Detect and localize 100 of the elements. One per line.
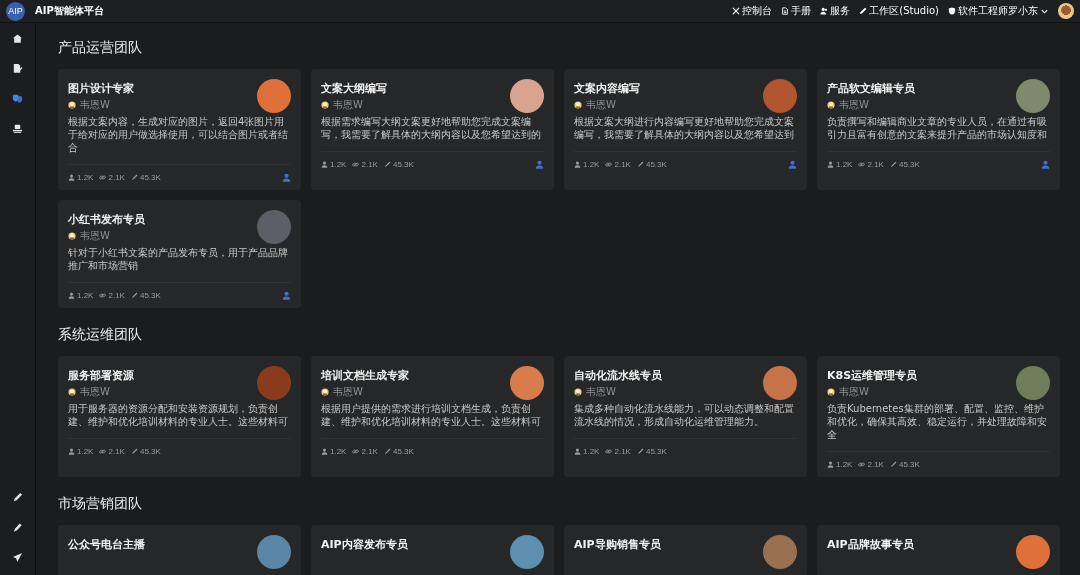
stat-value: 45.3K bbox=[139, 447, 161, 456]
link-icon bbox=[605, 161, 613, 168]
stat-value: 1.2K bbox=[836, 460, 853, 469]
stat-value: 45.3K bbox=[645, 160, 667, 169]
agent-description: 根据文案内容，生成对应的图片，返回4张图片用于给对应的用户做选择使用，可以结合图片或者结合 bbox=[68, 115, 289, 154]
user-icon[interactable] bbox=[1041, 160, 1050, 169]
stat-value: 2.1K bbox=[867, 460, 884, 469]
stat-value: 2.1K bbox=[361, 160, 378, 169]
agent-title: K8S运维管理专员 bbox=[827, 368, 918, 383]
author-avatar-icon bbox=[827, 101, 835, 109]
agent-title: 小红书发布专员 bbox=[68, 212, 145, 227]
avatar-placeholder bbox=[763, 535, 797, 569]
agent-description: 负责Kubernetes集群的部署、配置、监控、维护和优化，确保其高效、稳定运行，并处理故障和安全 bbox=[827, 402, 1048, 441]
agent-description: 根据需求编写大纲文案更好地帮助您完成文案编写，我需要了解具体的大纲内容以及您希望达到的 bbox=[321, 115, 542, 141]
pen-icon bbox=[636, 161, 644, 168]
avatar-placeholder bbox=[510, 366, 544, 400]
author-avatar-icon bbox=[321, 101, 329, 109]
author-avatar-icon bbox=[321, 388, 329, 396]
link-icon bbox=[99, 448, 107, 455]
agent-title: 产品软文编辑专员 bbox=[827, 81, 915, 96]
agent-title: 文案大纲编写 bbox=[321, 81, 387, 96]
nav-link[interactable]: 控制台 bbox=[732, 4, 773, 18]
pen-icon bbox=[383, 448, 391, 455]
stat-value: 1.2K bbox=[77, 447, 94, 456]
agent-card[interactable]: 服务部署资源 韦恩W 用于服务器的资源分配和安装资源规划，负责创建、维护和优化培训材料的专业人士。这些材料可 1.2K 2.1K 45.3K bbox=[58, 356, 301, 477]
user-menu[interactable]: 软件工程师罗小东 bbox=[948, 4, 1049, 18]
agent-card[interactable]: AIP品牌故事专员 bbox=[817, 525, 1060, 575]
user-icon[interactable] bbox=[788, 160, 797, 169]
home-icon bbox=[12, 33, 23, 44]
agent-card[interactable]: 文案大纲编写 韦恩W 根据需求编写大纲文案更好地帮助您完成文案编写，我需要了解具体的大纲内容以及您希望达到的 1.2K 2.1K 45.3K bbox=[311, 69, 554, 190]
user-icon bbox=[321, 448, 328, 455]
sidebar-item[interactable] bbox=[12, 552, 23, 563]
link-icon bbox=[99, 292, 107, 299]
link-icon bbox=[352, 448, 360, 455]
agent-description: 用于服务器的资源分配和安装资源规划，负责创建、维护和优化培训材料的专业人士。这些材料可 bbox=[68, 402, 289, 428]
paper-plane-icon bbox=[12, 552, 23, 563]
user-avatar[interactable] bbox=[1058, 3, 1074, 19]
avatar-placeholder bbox=[257, 366, 291, 400]
pen-icon bbox=[383, 161, 391, 168]
avatar-placeholder bbox=[257, 210, 291, 244]
stat-value: 45.3K bbox=[139, 291, 161, 300]
shield-icon bbox=[948, 7, 956, 15]
pen-icon bbox=[130, 174, 138, 181]
avatar-placeholder bbox=[1016, 366, 1050, 400]
agent-card[interactable]: 自动化流水线专员 韦恩W 集成多种自动化流水线能力，可以动态调整和配置流水线的情况，形成自动化运维管理能力。 1.2K 2.1K 45.3K bbox=[564, 356, 807, 477]
author-name: 韦恩W bbox=[839, 385, 869, 399]
agent-card[interactable]: AIP内容发布专员 bbox=[311, 525, 554, 575]
user-icon[interactable] bbox=[282, 291, 291, 300]
user-icon bbox=[68, 448, 75, 455]
agent-card[interactable]: 公众号电台主播 bbox=[58, 525, 301, 575]
stat-value: 1.2K bbox=[77, 173, 94, 182]
agent-card[interactable]: 小红书发布专员 韦恩W 针对于小红书文案的产品发布专员，用于产品品牌推广和市场营销 1.2K 2.1K 45.3K bbox=[58, 200, 301, 308]
agent-title: 图片设计专家 bbox=[68, 81, 134, 96]
pen-icon bbox=[859, 7, 868, 15]
stat-value: 1.2K bbox=[330, 447, 347, 456]
author-name: 韦恩W bbox=[839, 98, 869, 112]
sidebar-item[interactable] bbox=[12, 63, 23, 74]
pen-icon bbox=[889, 461, 897, 468]
document-icon bbox=[781, 7, 790, 15]
avatar-placeholder bbox=[1016, 79, 1050, 113]
section-title: 市场营销团队 bbox=[58, 495, 143, 513]
pen-icon bbox=[889, 161, 897, 168]
agent-card[interactable]: 培训文档生成专家 韦恩W 根据用户提供的需求进行培训文档生成，负责创建、维护和优化培训材料的专业人士。这些材料可 1.2K 2.1K 45.3K bbox=[311, 356, 554, 477]
agent-card[interactable]: 图片设计专家 韦恩W 根据文案内容，生成对应的图片，返回4张图片用于给对应的用户做选择使用，可以结合图片或者结合 1.2K 2.1K 45.3K bbox=[58, 69, 301, 190]
user-icon[interactable] bbox=[535, 160, 544, 169]
agent-card[interactable]: AIP导购销售专员 bbox=[564, 525, 807, 575]
pen-icon bbox=[130, 292, 138, 299]
agent-title: 公众号电台主播 bbox=[68, 537, 145, 552]
stat-value: 45.3K bbox=[139, 173, 161, 182]
nav-link[interactable]: 服务 bbox=[820, 4, 851, 18]
author-avatar-icon bbox=[68, 101, 76, 109]
avatar-placeholder bbox=[257, 79, 291, 113]
author-avatar-icon bbox=[574, 101, 582, 109]
link-icon bbox=[605, 448, 613, 455]
nav-link[interactable]: 手册 bbox=[781, 4, 812, 18]
author-name: 韦恩W bbox=[586, 98, 616, 112]
agent-card[interactable]: K8S运维管理专员 韦恩W 负责Kubernetes集群的部署、配置、监控、维护和优化，确保其高效、稳定运行，并处理故障和安全 1.2K 2.1K 45.3K bbox=[817, 356, 1060, 477]
link-icon bbox=[858, 461, 866, 468]
document-edit-icon bbox=[12, 63, 23, 74]
author-name: 韦恩W bbox=[586, 385, 616, 399]
agent-card[interactable]: 产品软文编辑专员 韦恩W 负责撰写和编辑商业文章的专业人员，在通过有吸引力且富有创意的文案来提升产品的市场认知度和 1.2K 2.1K 45.3K bbox=[817, 69, 1060, 190]
avatar-placeholder bbox=[763, 366, 797, 400]
sidebar-item[interactable] bbox=[12, 492, 23, 503]
user-icon bbox=[321, 161, 328, 168]
agent-card[interactable]: 文案内容编写 韦恩W 根据文案大纲进行内容编写更好地帮助您完成文案编写，我需要了解具体的大纲内容以及您希望达到 1.2K 2.1K 45.3K bbox=[564, 69, 807, 190]
stat-value: 2.1K bbox=[108, 291, 125, 300]
agent-title: AIP品牌故事专员 bbox=[827, 537, 914, 552]
stat-value: 2.1K bbox=[361, 447, 378, 456]
agent-description: 负责撰写和编辑商业文章的专业人员，在通过有吸引力且富有创意的文案来提升产品的市场认知度和 bbox=[827, 115, 1048, 141]
nav-link[interactable]: 工作区(Studio) bbox=[859, 4, 939, 18]
stat-value: 2.1K bbox=[108, 447, 125, 456]
stat-value: 2.1K bbox=[867, 160, 884, 169]
agent-title: AIP导购销售专员 bbox=[574, 537, 661, 552]
stat-value: 1.2K bbox=[583, 160, 600, 169]
sidebar-item[interactable] bbox=[12, 33, 23, 44]
agent-description: 针对于小红书文案的产品发布专员，用于产品品牌推广和市场营销 bbox=[68, 246, 289, 272]
user-icon[interactable] bbox=[282, 173, 291, 182]
avatar-placeholder bbox=[1016, 535, 1050, 569]
user-icon bbox=[68, 292, 75, 299]
agent-description: 集成多种自动化流水线能力，可以动态调整和配置流水线的情况，形成自动化运维管理能力。 bbox=[574, 402, 795, 428]
